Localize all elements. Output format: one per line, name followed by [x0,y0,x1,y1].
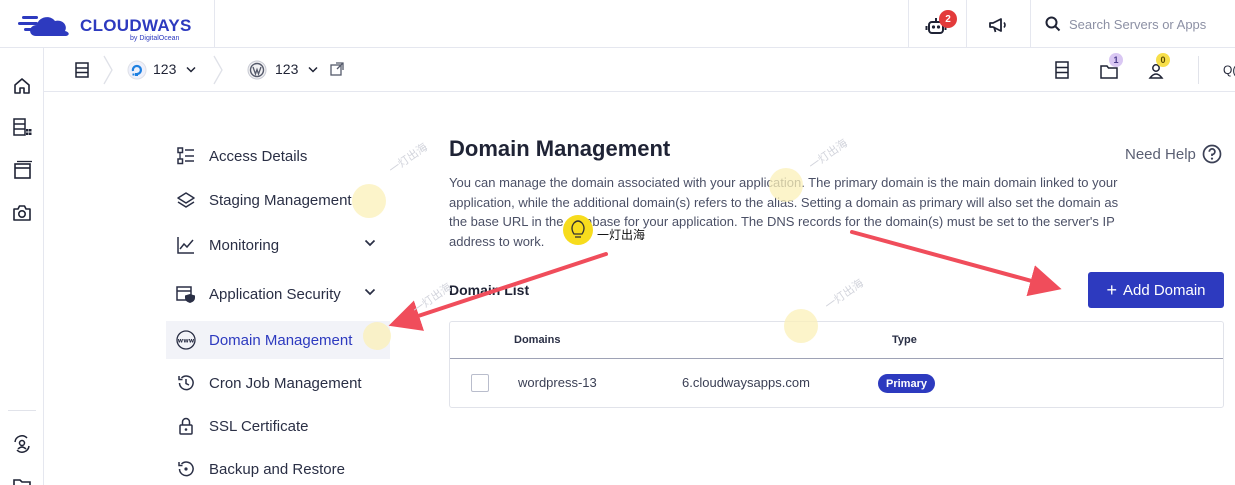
nav-label: Access Details [209,147,308,165]
watermark-text: 一灯出海 [807,137,851,173]
server-list-icon[interactable] [1052,60,1072,80]
watermark-text: 一灯出海 [387,141,431,177]
announcements-button[interactable] [986,14,1010,36]
cloudways-logo[interactable]: CLOUDWAYS by DigitalOcean [18,8,208,42]
rail-divider [8,410,36,411]
nav-item-ssl-certificate[interactable]: SSL Certificate [166,407,390,445]
need-help-label: Need Help [1125,145,1196,163]
www-icon: www [176,330,196,350]
wordpress-icon [246,59,268,81]
lock-icon [176,416,196,436]
domain-cell-part1: wordpress-13 [518,375,597,390]
help-icon [1202,144,1222,164]
chevron-down-icon[interactable] [364,287,376,297]
applications-icon[interactable] [10,158,34,182]
open-external-icon[interactable] [330,62,344,76]
chevron-down-icon[interactable] [308,66,318,74]
watermark-text: 一灯出海 [823,277,867,313]
nav-item-domain-management[interactable]: www Domain Management [166,321,390,359]
brand-sub: by DigitalOcean [130,35,180,42]
add-domain-label: Add Domain [1122,281,1206,299]
server-provider-icon [126,59,148,81]
nav-item-monitoring[interactable]: Monitoring [166,226,390,264]
truncated-label: Q( [1223,63,1235,77]
breadcrumb-separator [103,55,113,85]
column-header-type: Type [892,334,917,346]
snapshot-icon[interactable] [10,201,34,225]
shield-window-icon [176,284,196,304]
top-bar: CLOUDWAYS by DigitalOcean 2 Search Serve… [0,0,1235,48]
watermark-label: 一灯出海 [597,228,646,242]
nav-label: Application Security [209,285,341,303]
history-icon [176,373,196,393]
nav-item-application-security[interactable]: Application Security [166,275,390,313]
nav-label: Cron Job Management [209,374,362,392]
team-swap-icon[interactable] [10,432,34,456]
nav-label: Backup and Restore [209,460,345,478]
nav-item-cron-job-management[interactable]: Cron Job Management [166,364,390,402]
folder-icon[interactable] [10,473,34,485]
row-checkbox[interactable] [471,374,489,392]
notification-badge: 2 [939,10,957,28]
server-list-icon[interactable] [72,60,92,80]
nav-item-backup-and-restore[interactable]: Backup and Restore [166,450,390,485]
brand-name: CLOUDWAYS [80,16,192,35]
servers-icon[interactable] [10,115,34,139]
page-description: You can manage the domain associated wit… [449,175,1119,249]
column-header-domains: Domains [514,334,561,346]
folder-count-badge: 1 [1109,53,1123,67]
chart-icon [176,235,196,255]
domain-cell-part2: 6.cloudwaysapps.com [682,375,810,390]
home-icon[interactable] [10,74,34,98]
nav-label: SSL Certificate [209,417,309,435]
app-name[interactable]: 123 [275,61,298,77]
divider [1198,56,1199,84]
nav-item-staging-management[interactable]: Staging Management [166,181,390,219]
layers-icon [176,190,196,210]
chevron-down-icon[interactable] [186,66,196,74]
domain-table: Domains Type wordpress-13 6.cloudwaysapp… [449,321,1224,408]
primary-badge: Primary [878,374,935,393]
search-bar[interactable]: Search Servers or Apps [1032,0,1235,48]
divider [1030,0,1031,48]
app-page: CLOUDWAYS by DigitalOcean 2 Search Serve… [0,0,1235,485]
nav-label: Monitoring [209,236,280,254]
add-domain-button[interactable]: + Add Domain [1088,272,1224,308]
cloud-logo-icon [18,16,69,36]
nav-label: Staging Management [209,191,352,209]
domain-list-title: Domain List [449,282,530,298]
svg-text:www: www [178,337,195,344]
user-count-badge: 0 [1156,53,1170,67]
megaphone-icon [989,18,1006,33]
need-help-link[interactable]: Need Help [1125,144,1222,164]
nav-label: Domain Management [209,331,353,349]
page-title: Domain Management [449,136,671,161]
divider [966,0,967,48]
search-input[interactable]: Search Servers or Apps [1069,17,1206,32]
divider [908,0,909,48]
search-icon [1045,16,1061,32]
left-rail [0,48,44,485]
watermark-text: 一灯出海 [411,281,455,317]
plus-icon: + [1106,280,1117,300]
access-details-icon [176,146,196,166]
server-name[interactable]: 123 [153,61,176,77]
chevron-down-icon[interactable] [364,238,376,248]
nav-item-access-details[interactable]: Access Details [166,137,390,175]
header-divider [450,358,1223,359]
divider [214,0,215,48]
breadcrumb-separator [213,55,223,85]
sub-bar: 123 123 1 0 Q( [44,48,1235,92]
restore-icon [176,459,196,479]
